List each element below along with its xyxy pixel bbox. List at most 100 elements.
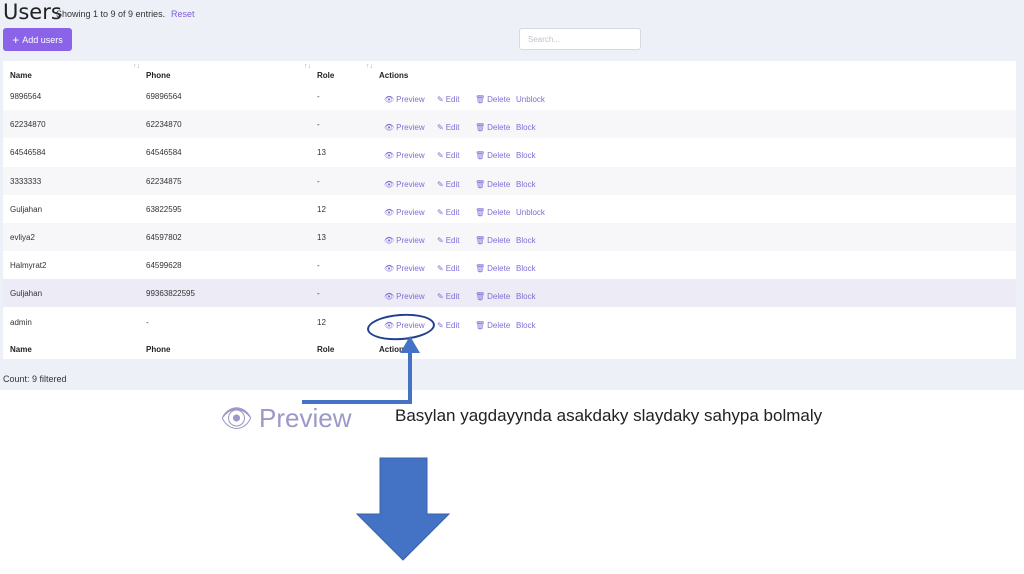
delete-button-label: Delete bbox=[487, 292, 511, 302]
preview-button[interactable]: 👁 Preview bbox=[384, 236, 425, 245]
cell-phone: 64599628 bbox=[146, 261, 182, 271]
block-toggle-button[interactable]: Block bbox=[516, 264, 536, 273]
table-row: 9896564 69896564 - 👁 Preview ✎ Edit 🗑 Delete Unbl… bbox=[3, 82, 1016, 110]
preview-button[interactable]: 👁 Preview bbox=[384, 95, 425, 104]
cell-role: - bbox=[317, 92, 320, 101]
table-row: admin -12 👁 Preview ✎ Edit 🗑 Delete Block bbox=[3, 308, 1016, 336]
block-toggle-button[interactable]: Block bbox=[516, 236, 536, 245]
edit-icon: ✎ bbox=[437, 320, 444, 330]
footer-header-phone: Phone bbox=[146, 345, 171, 354]
add-users-button[interactable]: + Add users bbox=[3, 28, 72, 51]
trash-icon: 🗑 bbox=[475, 292, 486, 302]
delete-button[interactable]: 🗑 Delete bbox=[475, 123, 510, 132]
edit-icon: ✎ bbox=[437, 151, 444, 161]
edit-icon: ✎ bbox=[437, 292, 444, 302]
edit-button-label: Edit bbox=[445, 207, 460, 217]
trash-icon: 🗑 bbox=[475, 207, 486, 217]
edit-button-label: Edit bbox=[445, 292, 460, 302]
eye-icon: 👁 bbox=[384, 292, 395, 302]
table-row: Guljahan 99363822595 - 👁 Preview ✎ Edit 🗑 Delete… bbox=[3, 279, 1016, 308]
column-header-role[interactable]: Role bbox=[317, 71, 334, 80]
preview-button[interactable]: 👁 Preview bbox=[384, 264, 425, 273]
block-toggle-button-label: Block bbox=[516, 292, 536, 302]
column-header-name[interactable]: Name bbox=[10, 71, 32, 80]
preview-button-label: Preview bbox=[396, 207, 425, 217]
block-toggle-button[interactable]: Block bbox=[516, 151, 536, 160]
edit-button-label: Edit bbox=[445, 179, 460, 189]
edit-icon: ✎ bbox=[437, 95, 444, 104]
reset-link[interactable]: Reset bbox=[171, 9, 195, 19]
cell-role: - bbox=[317, 261, 320, 271]
edit-button[interactable]: ✎ Edit bbox=[437, 292, 460, 301]
eye-icon: 👁 bbox=[384, 236, 395, 245]
preview-button[interactable]: 👁 Preview bbox=[384, 151, 425, 160]
users-table: Name ↑↓ Phone ↑↓ Role ↑↓ Actions 9896564… bbox=[3, 61, 1016, 359]
plus-icon: + bbox=[12, 32, 20, 47]
down-arrow bbox=[355, 457, 451, 561]
edit-button[interactable]: ✎ Edit bbox=[437, 95, 460, 104]
block-toggle-button[interactable]: Block bbox=[516, 321, 536, 330]
eye-icon: 👁 bbox=[384, 95, 395, 104]
count-text: Count: 9 filtered bbox=[3, 374, 67, 384]
edit-button[interactable]: ✎ Edit bbox=[437, 321, 460, 330]
edit-button[interactable]: ✎ Edit bbox=[437, 264, 460, 273]
edit-button[interactable]: ✎ Edit bbox=[437, 180, 460, 189]
page-title: Users bbox=[3, 0, 62, 24]
eye-icon: 👁 bbox=[384, 179, 395, 189]
cell-phone: 62234875 bbox=[146, 176, 182, 186]
edit-button[interactable]: ✎ Edit bbox=[437, 151, 460, 160]
footer-header-role: Role bbox=[317, 345, 335, 354]
cell-phone: 64597802 bbox=[146, 233, 182, 242]
cell-role: 12 bbox=[317, 204, 326, 214]
delete-button[interactable]: 🗑 Delete bbox=[475, 180, 510, 189]
cell-name: evliya2 bbox=[10, 233, 35, 242]
sort-icon[interactable]: ↑↓ bbox=[366, 63, 373, 70]
delete-button[interactable]: 🗑 Delete bbox=[475, 236, 510, 245]
block-toggle-button[interactable]: Block bbox=[516, 123, 536, 132]
trash-icon: 🗑 bbox=[475, 95, 486, 104]
search-input[interactable] bbox=[519, 28, 641, 50]
cell-name: 3333333 bbox=[10, 176, 42, 186]
cell-name: 64546584 bbox=[10, 148, 46, 158]
cell-role: 12 bbox=[317, 317, 326, 327]
block-toggle-button[interactable]: Unblock bbox=[516, 208, 545, 217]
column-header-phone[interactable]: Phone bbox=[146, 71, 170, 80]
footer-header-name: Name bbox=[10, 345, 32, 354]
edit-button[interactable]: ✎ Edit bbox=[437, 208, 460, 217]
delete-button[interactable]: 🗑 Delete bbox=[475, 292, 510, 301]
block-toggle-button[interactable]: Block bbox=[516, 292, 536, 301]
trash-icon: 🗑 bbox=[475, 320, 486, 330]
delete-button[interactable]: 🗑 Delete bbox=[475, 95, 510, 104]
preview-button-label: Preview bbox=[396, 179, 425, 189]
edit-button[interactable]: ✎ Edit bbox=[437, 236, 460, 245]
edit-button[interactable]: ✎ Edit bbox=[437, 123, 460, 132]
delete-button-label: Delete bbox=[487, 264, 511, 274]
preview-button[interactable]: 👁 Preview bbox=[384, 123, 425, 132]
sort-icon[interactable]: ↑↓ bbox=[304, 63, 311, 70]
block-toggle-button-label: Block bbox=[516, 236, 536, 245]
block-toggle-button-label: Block bbox=[516, 179, 536, 189]
trash-icon: 🗑 bbox=[475, 264, 486, 274]
add-users-label: Add users bbox=[22, 34, 63, 45]
block-toggle-button[interactable]: Unblock bbox=[516, 95, 545, 104]
cell-phone: - bbox=[146, 317, 149, 327]
delete-button[interactable]: 🗑 Delete bbox=[475, 321, 510, 330]
delete-button[interactable]: 🗑 Delete bbox=[475, 151, 510, 160]
block-toggle-button[interactable]: Block bbox=[516, 180, 536, 189]
block-toggle-button-label: Block bbox=[516, 151, 536, 161]
block-toggle-button-label: Block bbox=[516, 264, 536, 274]
block-toggle-button-label: Block bbox=[516, 123, 536, 133]
cell-role: 13 bbox=[317, 233, 326, 242]
delete-button-label: Delete bbox=[487, 95, 511, 104]
delete-button-label: Delete bbox=[487, 320, 511, 330]
preview-button[interactable]: 👁 Preview bbox=[384, 292, 425, 301]
cell-phone: 63822595 bbox=[146, 204, 182, 214]
cell-name: Halmyrat2 bbox=[10, 261, 47, 271]
sort-icon[interactable]: ↑↓ bbox=[133, 63, 140, 70]
preview-button[interactable]: 👁 Preview bbox=[384, 180, 425, 189]
edit-button-label: Edit bbox=[445, 236, 460, 245]
delete-button[interactable]: 🗑 Delete bbox=[475, 264, 510, 273]
delete-button[interactable]: 🗑 Delete bbox=[475, 208, 510, 217]
cell-name: Guljahan bbox=[10, 204, 43, 214]
preview-button[interactable]: 👁 Preview bbox=[384, 208, 425, 217]
